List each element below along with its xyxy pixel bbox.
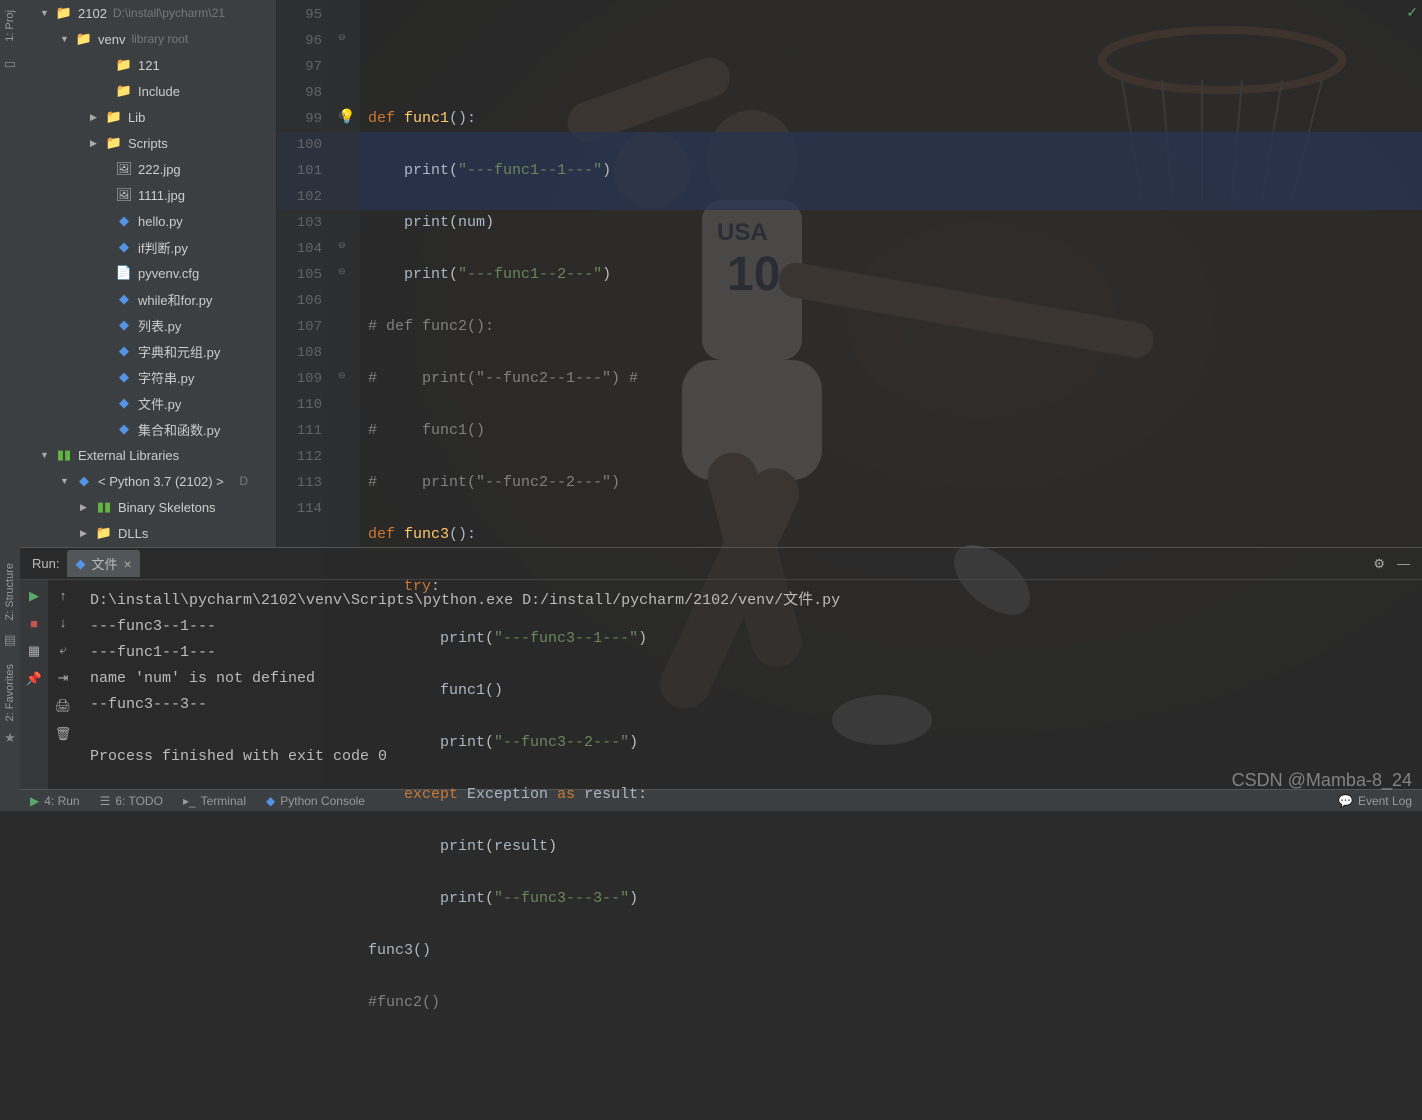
fold-gutter: 💡 ⊖ ⊖ ⊖ ⊖ ⊖ [332, 0, 360, 547]
fold-icon[interactable]: ⊖ [338, 240, 346, 251]
line-gutter: 9596979899100101102103104105106107108109… [277, 0, 332, 547]
layout-icon[interactable]: ▦ [28, 643, 40, 659]
pin-icon[interactable]: 📌 [26, 671, 42, 687]
python-file-icon: ◆ [75, 556, 85, 572]
project-tree: ▼ 📁 2102 D:\install\pycharm\21 ▼ 📁 venv … [20, 0, 277, 547]
tree-python[interactable]: ▼◆< Python 3.7 (2102) > D [20, 468, 276, 494]
folder-icon: 📁 [116, 57, 132, 73]
tree-file[interactable]: ◆hello.py [20, 208, 276, 234]
tree-root[interactable]: ▼ 📁 2102 D:\install\pycharm\21 [20, 0, 276, 26]
star-icon[interactable]: ★ [4, 730, 16, 746]
chevron-right-icon: ▶ [80, 528, 90, 539]
chevron-right-icon: ▶ [90, 138, 100, 149]
scroll-icon[interactable]: ⇥ [58, 670, 69, 686]
tree-folder[interactable]: ▶📁DLLs [20, 520, 276, 546]
stop-icon[interactable]: ■ [30, 616, 38, 631]
project-tab[interactable]: 1: Proj [2, 4, 18, 48]
close-icon[interactable]: × [123, 556, 131, 572]
run-tool-tab[interactable]: ▶4: Run [30, 794, 80, 808]
down-icon[interactable]: ↓ [60, 615, 67, 630]
rerun-icon[interactable]: ▶ [29, 588, 39, 604]
chevron-down-icon: ▼ [40, 450, 50, 460]
chevron-right-icon: ▶ [80, 502, 90, 513]
image-file-icon: 🖼 [116, 161, 132, 177]
terminal-tool-tab[interactable]: ▸_Terminal [183, 794, 246, 808]
folder-icon: 📁 [56, 5, 72, 21]
python-file-icon: ◆ [116, 239, 132, 255]
code-content[interactable]: def func1(): print("---func1--1---") pri… [360, 0, 1422, 547]
image-file-icon: 🖼 [116, 187, 132, 203]
fold-icon[interactable]: ⊖ [338, 266, 346, 277]
tree-extlib[interactable]: ▼▮▮External Libraries [20, 442, 276, 468]
python-file-icon: ◆ [116, 317, 132, 333]
fold-icon[interactable]: ⊖ [338, 32, 346, 43]
folder-icon: 📁 [106, 135, 122, 151]
tree-file[interactable]: ◆文件.py [20, 390, 276, 416]
python-file-icon: ◆ [116, 213, 132, 229]
tree-file[interactable]: ◆字符串.py [20, 364, 276, 390]
folder-icon: 📁 [96, 525, 112, 541]
fold-icon[interactable]: ⊖ [338, 110, 346, 121]
run-toolbar-left: ▶ ■ ▦ 📌 [20, 580, 48, 790]
chevron-down-icon: ▼ [60, 476, 70, 486]
library-icon: ▮▮ [56, 447, 72, 463]
structure-icon[interactable]: ▤ [4, 632, 16, 648]
tree-venv[interactable]: ▼ 📁 venv library root [20, 26, 276, 52]
python-file-icon: ◆ [116, 395, 132, 411]
chevron-right-icon: ▶ [90, 112, 100, 123]
folder-icon: 📁 [76, 31, 92, 47]
python-file-icon: ◆ [116, 369, 132, 385]
terminal-icon: ▸_ [183, 794, 196, 808]
pyconsole-tool-tab[interactable]: ◆Python Console [266, 794, 365, 808]
run-toolbar-secondary: ↑ ↓ ⤶ ⇥ 🖨 🗑 [48, 580, 78, 790]
tree-file[interactable]: ◆列表.py [20, 312, 276, 338]
library-icon: ▮▮ [96, 499, 112, 515]
chevron-down-icon: ▼ [40, 8, 50, 18]
check-icon: ✓ [1406, 4, 1418, 21]
tree-label: 2102 [78, 6, 107, 21]
tree-folder[interactable]: 📁121 [20, 52, 276, 78]
tree-folder[interactable]: ▶▮▮Binary Skeletons [20, 494, 276, 520]
list-icon: ☰ [100, 794, 111, 808]
folder-icon: 📁 [106, 109, 122, 125]
tree-folder[interactable]: 📁Include [20, 78, 276, 104]
structure-tab[interactable]: Z: Structure [2, 557, 18, 626]
todo-tool-tab[interactable]: ☰6: TODO [100, 794, 163, 808]
python-icon: ◆ [266, 794, 275, 808]
tree-file[interactable]: 📄pyvenv.cfg [20, 260, 276, 286]
trash-icon[interactable]: 🗑 [55, 726, 72, 742]
left-sidebar-bottom: Z: Structure ▤ 2: Favorites ★ [0, 547, 20, 811]
tree-file[interactable]: 🖼222.jpg [20, 156, 276, 182]
play-icon: ▶ [30, 794, 39, 808]
favorites-tab[interactable]: 2: Favorites [2, 658, 18, 727]
wrap-icon[interactable]: ⤶ [59, 642, 66, 658]
up-icon[interactable]: ↑ [60, 588, 67, 603]
chevron-down-icon: ▼ [60, 34, 70, 44]
folder-icon: 📁 [116, 83, 132, 99]
python-file-icon: ◆ [116, 421, 132, 437]
python-file-icon: ◆ [116, 343, 132, 359]
tree-folder[interactable]: ▶📁Lib [20, 104, 276, 130]
tree-file[interactable]: 🖼1111.jpg [20, 182, 276, 208]
fold-icon[interactable]: ⊖ [338, 370, 346, 381]
code-editor[interactable]: ✓ 95969798991001011021031041051061071081… [277, 0, 1422, 547]
print-icon[interactable]: 🖨 [55, 698, 72, 714]
tree-path: D:\install\pycharm\21 [113, 6, 225, 20]
python-icon: ◆ [76, 473, 92, 489]
run-config-tab[interactable]: ◆ 文件 × [67, 550, 139, 577]
tree-file[interactable]: ◆while和for.py [20, 286, 276, 312]
file-icon: 📄 [116, 265, 132, 281]
left-sidebar: 1: Proj ▭ [0, 0, 20, 547]
tree-folder[interactable]: ▶📁Scripts [20, 130, 276, 156]
tree-file[interactable]: ◆集合和函数.py [20, 416, 276, 442]
python-file-icon: ◆ [116, 291, 132, 307]
run-label: Run: [32, 556, 59, 571]
tree-file[interactable]: ◆字典和元组.py [20, 338, 276, 364]
collapse-icon[interactable]: ▭ [4, 56, 16, 72]
tree-file[interactable]: ◆if判断.py [20, 234, 276, 260]
